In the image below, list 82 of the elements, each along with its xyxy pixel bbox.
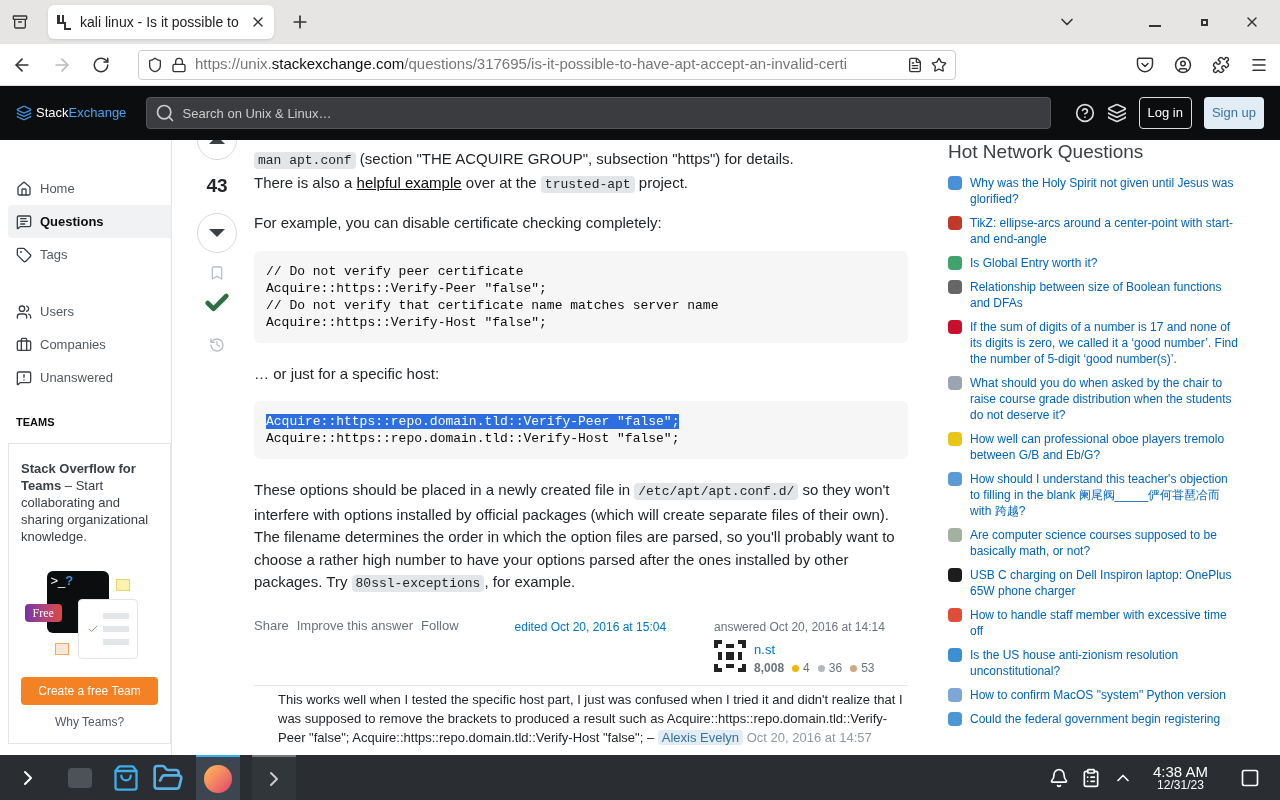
code-line: // Do not verify peer certificate [266,263,524,279]
sidebar-heading: Hot Network Questions [948,140,1145,164]
nav-item[interactable]: Questions [8,205,171,238]
login-button[interactable]: Log in [1138,97,1192,129]
comment-text: This works well when I tested the specific host part, I just was confused when I tried it and didn't realize that I was supposed to remove the brackets to produced a result such as Acquire::https::repo.domain.tld::Verify-Peer "false"; Acquire::https::repo.domain.tld::Verify-Host "false"; – Alexis Evelyn Oct 20, 2016 at 14:57 [278,691,904,747]
code-line: Acquire::https::Verify-Host "false"; [266,314,547,330]
briefcase-icon [16,336,32,353]
reader-view-icon[interactable] [907,56,923,73]
extensions-icon[interactable] [1212,55,1230,74]
hot-question-link[interactable]: Could the federal government begin registering [970,710,1221,727]
body-text: man apt.conf (section "THE ACQUIRE GROUP", subsection "https") for details. [254,148,908,172]
hot-question-link[interactable]: Are computer science courses supposed to be basically math, or not? [970,526,1240,559]
tab-list-icon[interactable] [12,14,28,30]
hot-question-link[interactable]: Why was the Holy Spirit not given until Jesus was glorified? [970,174,1240,207]
users-icon [16,303,32,320]
body-text: There is also a helpful example over at the trusted-apt project. [254,173,690,195]
lock-icon[interactable] [171,56,187,73]
url-field[interactable]: https://unix.stackexchange.com/questions/317695/is-it-possible-to-have-apt-accept-an-invalid-certi [138,49,956,80]
user-avatar-icon[interactable] [714,639,747,672]
code-line: // Do not verify that certificate name matches server name [266,297,719,313]
site-switcher-icon[interactable] [1106,103,1127,123]
account-icon[interactable] [1174,55,1192,74]
notifications-icon[interactable] [1048,767,1069,788]
badge-count: 36 [828,660,843,677]
reputation: 8,008 [754,660,785,677]
signup-button[interactable]: Sign up [1203,97,1264,129]
nav-item[interactable]: Home [8,172,171,205]
teams-description: Stack Overflow for Teams – Start collaborating and sharing organizational knowledge. [21,459,150,545]
user-name[interactable]: n.st [754,639,875,659]
search-icon [154,103,175,123]
clock-date[interactable]: 12/31/23 [1157,779,1204,791]
speech-bubble-icon [16,369,32,386]
hot-question-link[interactable]: How to handle staff member with excessive time off [970,606,1240,639]
why-teams-link[interactable]: Why Teams? [21,712,158,731]
nav-item[interactable]: Users [8,295,171,328]
reload-icon[interactable] [92,55,110,74]
speech-bubble-icon [16,213,32,230]
helpful-example-link[interactable]: helpful example [356,174,462,191]
post-action-link[interactable]: Improve this answer [296,615,414,635]
badge-count: 53 [861,660,875,677]
tag-icon [16,246,32,263]
home-icon [16,180,32,197]
body-text: … or just for a specific host: [254,363,441,384]
vote-count: 43 [206,174,228,198]
teams-heading: TEAMS [16,415,56,430]
answered-time: answered Oct 20, 2016 at 14:14 [714,618,885,636]
hot-question-link[interactable]: If the sum of digits of a number is 17 and none of its digits is zero, we called it a ‘good number’. Find the number of 5-digit ‘good number(s)’. [970,318,1240,367]
shield-icon[interactable] [147,56,163,73]
browser-app-icon[interactable] [196,755,240,800]
store-app-icon[interactable] [112,763,140,792]
favicon-icon [56,14,72,30]
badge-count: 4 [803,660,810,677]
code-line: Acquire::https::Verify-Peer "false"; [266,280,547,296]
hot-question-link[interactable]: TikZ: ellipse-arcs around a center-point with start- and end-angle [970,214,1240,247]
code-line: Acquire::https::repo.domain.tld::Verify-Host "false"; [266,431,680,446]
maximize-icon[interactable] [1201,18,1208,26]
post-action-link[interactable]: Share [254,615,289,635]
nav-item[interactable]: Tags [8,238,171,271]
hot-question-link[interactable]: How to confirm MacOS "system" Python version [970,686,1226,703]
pocket-icon[interactable] [1136,55,1154,74]
show-desktop-icon[interactable] [1240,767,1260,788]
hot-question-link[interactable]: What should you do when asked by the chair to raise course grade distribution when the students do not deserve it? [970,374,1240,423]
hot-question-link[interactable]: Is Global Entry worth it? [970,254,1098,271]
body-text: For example, you can disable certificate checking completely: [254,213,663,233]
body-paragraph: These options should be placed in a newly created file in /etc/apt/apt.conf.d/ so they won't interfere with options installed by official packages (which will create separate files of their own). The filename determines the order in which the option files are parsed, so you'll probably want to choose a rather high number to have your options parsed after the ones installed by other packages. Try 80ssl-exceptions , for example. [254,480,896,594]
bookmark-star-icon[interactable] [931,56,947,73]
nav-item[interactable]: Unanswered [8,361,171,394]
nav-item[interactable]: Companies [8,328,171,361]
comment-author-link[interactable]: Alexis Evelyn [657,730,744,745]
hot-question-link[interactable]: Is the US house anti-zionism resolution unconstitutional? [970,646,1240,679]
edited-link[interactable]: edited Oct 20, 2016 at 15:04 [514,617,667,636]
teams-illustration-drawing: >_? Free [24,560,155,661]
post-action-link[interactable]: Follow [421,615,459,635]
hot-question-link[interactable]: How should I understand this teacher's objection to filling in the blank 阑尾阀_____俨何甞琶冾而 with 跨越? [970,470,1240,519]
clock-time[interactable]: 4:38 AM [1152,764,1208,779]
browser-tab[interactable]: kali linux - Is it possible to [48,5,274,39]
hot-question-link[interactable]: USB C charging on Dell Inspiron laptop: OnePlus 65W phone charger [970,566,1240,599]
terminal-app-icon[interactable] [252,755,296,800]
hot-question-link[interactable]: Relationship between size of Boolean functions and DFAs [970,278,1240,311]
help-icon[interactable] [1074,103,1095,123]
hot-question-link[interactable]: How well can professional oboe players tremolo between G/B and Eb/G? [970,430,1240,463]
site-logo[interactable]: StackExchange [16,103,134,123]
